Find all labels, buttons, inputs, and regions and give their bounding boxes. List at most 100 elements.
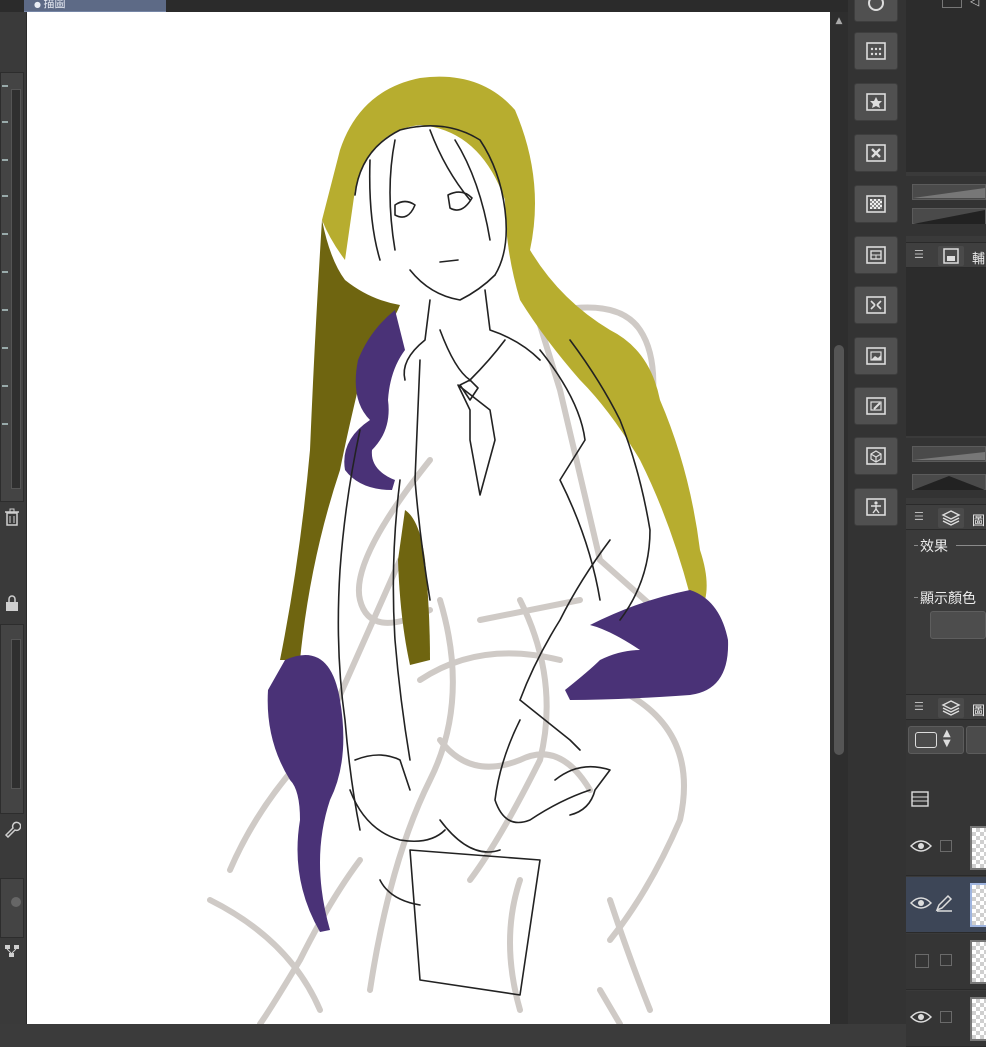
divider [914, 597, 918, 598]
list-item-marker [2, 423, 8, 425]
layer-toolbar: ▲ ▼ [906, 720, 986, 820]
divider [956, 545, 986, 546]
tool-property-list[interactable] [0, 624, 24, 814]
layer-lock-box[interactable] [940, 954, 952, 966]
material-3d-button[interactable] [854, 437, 898, 475]
sketch-stroke [437, 737, 593, 793]
sub-view-tab[interactable] [938, 246, 964, 266]
brush-size-box[interactable] [0, 878, 24, 938]
sub-view-panel-header: ☰ 輔 [906, 242, 986, 268]
material-pose-button[interactable] [854, 488, 898, 526]
material-edit-button[interactable] [854, 387, 898, 425]
document-tab-dot-icon: ● [34, 0, 44, 9]
material-delete-button[interactable] [854, 134, 898, 172]
material-button-column [848, 0, 906, 1024]
navigator-controls [906, 176, 986, 236]
navigator-tab-icon[interactable] [942, 0, 962, 8]
opacity-field[interactable] [966, 726, 986, 754]
sub-tool-list[interactable] [0, 72, 24, 502]
canvas-scroll-thumb[interactable] [834, 345, 844, 755]
list-item-marker [2, 385, 8, 387]
lock-icon[interactable] [3, 594, 21, 612]
layer-property-tab-label: 圖 [972, 514, 986, 529]
layer-thumbnail [970, 826, 986, 870]
blend-mode-select[interactable]: ▲ ▼ [908, 726, 964, 754]
left-side-panel [0, 12, 27, 1024]
tie-knot [459, 379, 479, 401]
layer-row[interactable] [906, 934, 986, 990]
list-item-marker [2, 271, 8, 273]
wrench-icon[interactable] [3, 820, 22, 839]
material-edit-icon [866, 397, 886, 415]
brush-size-dot-icon [11, 897, 21, 907]
left-hand [349, 789, 446, 843]
material-pattern-icon [866, 195, 886, 213]
layer-panel-header: ☰ 圖 [906, 694, 986, 720]
material-image-button[interactable] [854, 337, 898, 375]
list-item-marker [2, 159, 8, 161]
blend-mode-icon [915, 732, 937, 748]
layer-thumbnail [970, 883, 986, 927]
material-arrows-button[interactable] [854, 286, 898, 324]
layer-thumbnail [970, 997, 986, 1041]
sketch-stroke [607, 687, 687, 943]
scroll-up-icon[interactable]: ▲ [832, 14, 846, 28]
sub-view-zoom-slider[interactable] [912, 446, 986, 462]
sketch-stroke [597, 987, 623, 1024]
list-item-marker [2, 347, 8, 349]
neck-left [403, 299, 431, 381]
material-arrows-icon [866, 296, 886, 314]
layer-thumbnail [970, 940, 986, 984]
layer-lock-box[interactable] [940, 840, 952, 852]
artwork [207, 76, 729, 1024]
material-search-button[interactable] [854, 0, 898, 22]
material-favorite-button[interactable] [854, 83, 898, 121]
material-grid-button[interactable] [854, 32, 898, 70]
tool-property-scrollbar[interactable] [11, 639, 21, 789]
panel-menu-icon[interactable]: ☰ [914, 249, 924, 261]
eye-icon[interactable] [909, 895, 933, 911]
material-favorite-icon [866, 93, 886, 111]
display-color-field[interactable] [930, 611, 986, 639]
node-icon[interactable] [3, 944, 21, 962]
layer-row[interactable] [906, 820, 986, 876]
material-3d-icon [866, 447, 886, 465]
trash-icon[interactable] [3, 508, 21, 526]
pencil-icon [934, 893, 954, 913]
divider [914, 545, 918, 546]
tie [457, 384, 496, 496]
display-color-label: 顯示顏色 [920, 591, 976, 607]
sketch-stroke [507, 877, 523, 1013]
sub-view-tab-label: 輔 [972, 252, 986, 267]
material-pose-icon [866, 498, 886, 516]
navigator-rotate-slider[interactable] [912, 208, 986, 224]
eye-icon[interactable] [909, 838, 933, 854]
layer-list-icon[interactable] [910, 790, 930, 808]
layer-row[interactable] [906, 877, 986, 933]
layer-row[interactable] [906, 991, 986, 1047]
material-image-icon [866, 347, 886, 365]
layer-list [906, 820, 986, 1047]
layer-lock-box[interactable] [940, 1011, 952, 1023]
sub-view-rotate-slider[interactable] [912, 474, 986, 490]
chevron-updown-icon: ▲ ▼ [943, 728, 951, 749]
document-tab[interactable]: ● 描圖 [24, 0, 166, 12]
material-layout-button[interactable] [854, 236, 898, 274]
effect-label: 效果 [920, 539, 948, 555]
layer-property-tab[interactable] [938, 508, 964, 528]
collar [439, 329, 506, 381]
right-panel-stack: ◁ ☰ 輔 ☰ 圖 效果 顯示顏色 ☰ 圖 ▲ ▼ [906, 0, 986, 1047]
layer-panel-tab-label: 圖 [972, 704, 986, 719]
navigator-zoom-slider[interactable] [912, 184, 986, 200]
list-item-marker [2, 195, 8, 197]
sub-tool-scrollbar[interactable] [11, 89, 21, 489]
visibility-box[interactable] [910, 952, 932, 968]
eye-icon[interactable] [909, 1009, 933, 1025]
material-layout-icon [866, 246, 886, 264]
layer-panel-tab[interactable] [938, 698, 964, 718]
material-pattern-button[interactable] [854, 185, 898, 223]
drawing-canvas[interactable] [27, 12, 830, 1024]
list-item-marker [2, 233, 8, 235]
panel-menu-icon[interactable]: ☰ [914, 701, 924, 713]
panel-menu-icon[interactable]: ☰ [914, 511, 924, 523]
